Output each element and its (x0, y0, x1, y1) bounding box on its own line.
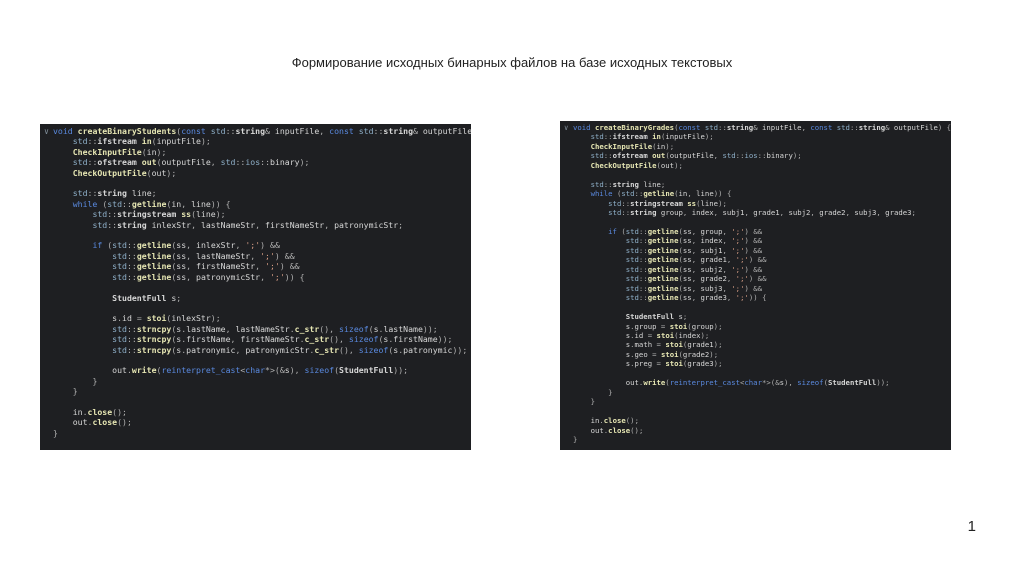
code-line: s.id = stoi(inlexStr); (112, 313, 221, 324)
code-line: std::stringstream ss(line); (608, 198, 727, 208)
code-line: CheckOutputFile(out); (590, 160, 683, 170)
code-line: StudentFull s; (112, 292, 182, 303)
code-line: } (53, 427, 58, 438)
code-line: CheckInputFile(in); (72, 146, 167, 157)
code-line: std::getline(ss, lastNameStr, ';') && (112, 250, 295, 261)
code-line: s.id = stoi(index); (625, 330, 710, 340)
code-line: std::strncpy(s.patronymic, patronymicStr… (112, 344, 468, 355)
code-line: CheckOutputFile(out); (72, 167, 177, 178)
code-line: s.math = stoi(grade1); (625, 340, 723, 350)
code-line: } (608, 387, 613, 397)
code-line: std::ofstream out(outputFile, std::ios::… (72, 157, 310, 168)
code-screenshot-left: ∨ void createBinaryStudents(const std::st… (40, 124, 471, 450)
code-line: out.write(reinterpret_cast<char*>(&s), s… (625, 378, 890, 388)
code-line: } (590, 397, 595, 407)
code-line: s.geo = stoi(grade2); (625, 349, 719, 359)
slide-title: Формирование исходных бинарных файлов на… (291, 55, 733, 70)
code-line: std::string line; (590, 179, 666, 189)
code-line: } (573, 434, 578, 444)
fold-gutter: ∨ (44, 126, 49, 136)
code-line: ∨ void createBinaryGrades(const std::stri… (564, 123, 951, 132)
code-line: std::ifstream in(inputFile); (590, 132, 714, 142)
code-block-left: ∨ void createBinaryStudents(const std::st… (44, 126, 471, 438)
code-line: std::string line; (72, 188, 157, 199)
fold-gutter: ∨ (564, 123, 569, 132)
code-line: std::getline(ss, subj1, ';') && (625, 245, 763, 255)
code-line: if (std::getline(ss, inlexStr, ';') && (92, 240, 280, 251)
code-line: std::ofstream out(outputFile, std::ios::… (590, 151, 802, 161)
code-line: } (92, 375, 98, 386)
code-line: s.group = stoi(group); (625, 321, 723, 331)
code-line: std::strncpy(s.firstName, firstNameStr.c… (112, 334, 453, 345)
code-line: in.close(); (72, 406, 127, 417)
code-line: std::getline(ss, subj2, ';') && (625, 264, 763, 274)
code-line: std::string inlexStr, lastNameStr, first… (92, 219, 404, 230)
code-screenshot-right: ∨ void createBinaryGrades(const std::stri… (560, 121, 951, 450)
code-line: } (72, 386, 78, 397)
code-line: std::getline(ss, grade1, ';') && (625, 255, 767, 265)
code-line: std::ifstream in(inputFile); (72, 136, 211, 147)
code-line: s.preg = stoi(grade3); (625, 359, 723, 369)
code-line: std::getline(ss, grade3, ';')) { (625, 293, 767, 303)
code-line: std::getline(ss, patronymicStr, ';')) { (112, 271, 305, 282)
code-line: ∨ void createBinaryStudents(const std::st… (44, 126, 471, 136)
code-line: if (std::getline(ss, group, ';') && (608, 226, 763, 236)
code-line: out.close(); (72, 417, 132, 428)
code-line: out.close(); (590, 425, 644, 435)
code-line: std::getline(ss, grade2, ';') && (625, 274, 767, 284)
code-line: std::getline(ss, index, ';') && (625, 236, 763, 246)
code-line: StudentFull s; (625, 312, 688, 322)
code-block-right: ∨ void createBinaryGrades(const std::stri… (564, 123, 951, 444)
code-line: std::strncpy(s.lastName, lastNameStr.c_s… (112, 323, 438, 334)
code-line: while (std::getline(in, line)) { (72, 198, 231, 209)
code-line: std::getline(ss, firstNameStr, ';') && (112, 261, 300, 272)
code-line: CheckInputFile(in); (590, 141, 675, 151)
code-line: in.close(); (590, 416, 639, 426)
code-line: std::stringstream ss(line); (92, 209, 226, 220)
code-line: std::getline(ss, subj3, ';') && (625, 283, 763, 293)
code-line: out.write(reinterpret_cast<char*>(&s), s… (112, 365, 409, 376)
code-line: while (std::getline(in, line)) { (590, 189, 732, 199)
code-line: std::string group, index, subj1, grade1,… (608, 208, 916, 218)
page-number: 1 (967, 518, 976, 535)
